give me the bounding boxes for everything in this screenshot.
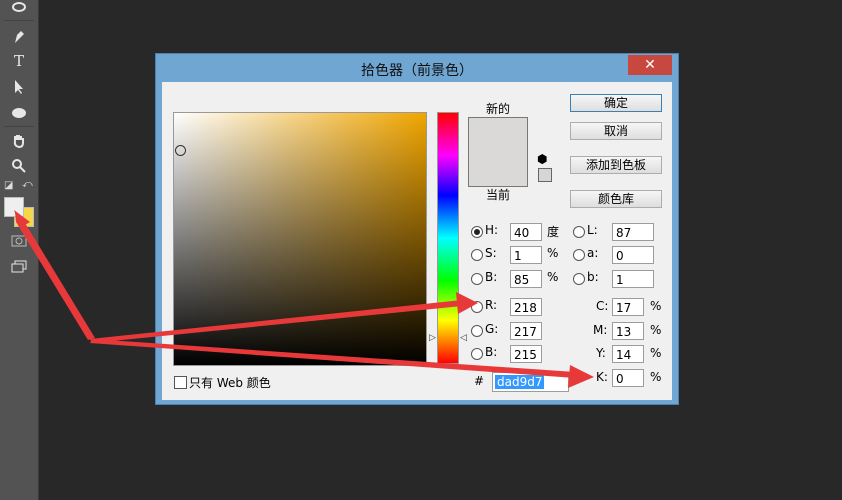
red-input[interactable]: 218 <box>510 298 542 316</box>
new-color-swatch <box>469 118 527 152</box>
gamut-warning-cube-icon[interactable]: ⬢ <box>537 152 547 166</box>
hue-radio[interactable] <box>471 226 483 238</box>
current-color-swatch[interactable] <box>469 152 527 186</box>
cyan-unit: % <box>650 299 662 313</box>
dialog-titlebar[interactable]: 拾色器（前景色） ✕ <box>156 54 678 82</box>
color-preview <box>468 117 528 187</box>
yellow-input[interactable]: 14 <box>612 345 644 363</box>
dialog-body: ▷ ◁ 新的 当前 ⬢ 确定 取消 添加到色板 颜色库 H: 40 度 S: 1… <box>162 82 672 400</box>
brightness-radio[interactable] <box>471 273 483 285</box>
lab-b-input[interactable]: 1 <box>612 270 654 288</box>
type-tool-icon[interactable]: T <box>9 51 29 71</box>
blue-label: B: <box>485 345 498 359</box>
yellow-label: Y: <box>596 346 606 360</box>
zoom-tool-icon[interactable] <box>9 156 29 176</box>
lab-l-label: L: <box>587 223 598 237</box>
lab-a-label: a: <box>587 246 599 260</box>
magenta-input[interactable]: 13 <box>612 322 644 340</box>
magenta-label: M: <box>593 323 608 337</box>
hand-tool-icon[interactable] <box>9 131 29 151</box>
magenta-unit: % <box>650 323 662 337</box>
hex-label: # <box>474 374 485 388</box>
saturation-label: S: <box>485 246 497 260</box>
lab-b-radio[interactable] <box>573 273 585 285</box>
lab-l-radio[interactable] <box>573 226 585 238</box>
hue-label: H: <box>485 223 499 237</box>
hue-slider[interactable] <box>437 112 459 364</box>
web-safe-color-box[interactable] <box>538 168 552 182</box>
default-colors-icon[interactable]: ◪ <box>4 180 13 191</box>
yellow-unit: % <box>650 346 662 360</box>
saturation-unit: % <box>547 246 559 260</box>
hue-slider-left-handle-icon[interactable]: ▷ <box>429 333 436 343</box>
color-picker-dialog: 拾色器（前景色） ✕ ▷ ◁ 新的 当前 ⬢ 确定 取消 添加到色板 颜色库 H… <box>155 53 679 405</box>
foreground-color-swatch[interactable] <box>4 197 24 217</box>
close-button[interactable]: ✕ <box>628 55 672 75</box>
web-colors-only-label: 只有 Web 颜色 <box>189 376 271 390</box>
pen-tool-icon[interactable] <box>9 26 29 46</box>
saturation-input[interactable]: 1 <box>510 246 542 264</box>
lab-a-input[interactable]: 0 <box>612 246 654 264</box>
lab-a-radio[interactable] <box>573 249 585 261</box>
green-label: G: <box>485 322 499 336</box>
add-to-swatches-button[interactable]: 添加到色板 <box>570 156 662 174</box>
lasso-tool-icon[interactable] <box>9 0 29 18</box>
green-input[interactable]: 217 <box>510 322 542 340</box>
ok-button[interactable]: 确定 <box>570 94 662 112</box>
black-label: K: <box>596 370 608 384</box>
brightness-unit: % <box>547 270 559 284</box>
cancel-button[interactable]: 取消 <box>570 122 662 140</box>
blue-radio[interactable] <box>471 348 483 360</box>
lab-b-label: b: <box>587 270 599 284</box>
quick-mask-icon[interactable] <box>9 231 29 251</box>
black-unit: % <box>650 370 662 384</box>
dialog-title: 拾色器（前景色） <box>361 63 473 79</box>
hex-value: dad9d7 <box>495 375 545 389</box>
color-picker-ring[interactable] <box>175 145 186 156</box>
hex-input[interactable]: dad9d7 <box>492 372 569 392</box>
hue-input[interactable]: 40 <box>510 223 542 241</box>
tool-divider <box>4 20 34 21</box>
ellipse-tool-icon[interactable] <box>9 103 29 123</box>
new-color-label: 新的 <box>486 102 511 116</box>
hue-slider-right-handle-icon[interactable]: ◁ <box>460 333 467 343</box>
blue-input[interactable]: 215 <box>510 345 542 363</box>
current-color-label: 当前 <box>486 188 511 202</box>
saturation-brightness-field[interactable] <box>173 112 427 366</box>
red-label: R: <box>485 298 498 312</box>
swap-icon[interactable]: ⤺ <box>22 179 33 190</box>
black-input[interactable]: 0 <box>612 369 644 387</box>
hue-unit: 度 <box>547 225 560 239</box>
lab-l-input[interactable]: 87 <box>612 223 654 241</box>
cyan-input[interactable]: 17 <box>612 298 644 316</box>
cyan-label: C: <box>596 299 609 313</box>
red-radio[interactable] <box>471 301 483 313</box>
brightness-input[interactable]: 85 <box>510 270 542 288</box>
web-colors-only-checkbox[interactable] <box>174 376 187 389</box>
screen-mode-icon[interactable] <box>9 257 29 277</box>
color-libraries-button[interactable]: 颜色库 <box>570 190 662 208</box>
tool-divider <box>4 126 34 127</box>
green-radio[interactable] <box>471 325 483 337</box>
saturation-radio[interactable] <box>471 249 483 261</box>
path-selection-icon[interactable] <box>9 77 29 97</box>
brightness-label: B: <box>485 270 498 284</box>
tools-panel: T ◪ ⤺ <box>0 0 39 500</box>
